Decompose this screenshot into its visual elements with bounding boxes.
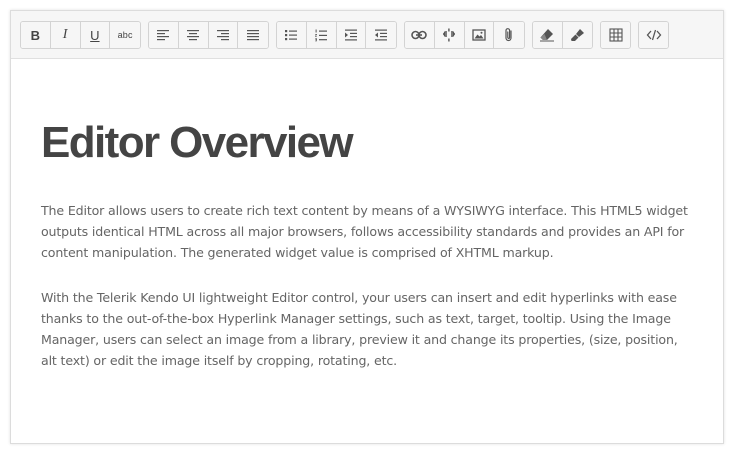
italic-icon: I bbox=[62, 27, 68, 42]
numbered-list-icon bbox=[315, 29, 328, 41]
view-html-button[interactable] bbox=[639, 22, 668, 48]
editor-toolbar: B I U abc bbox=[11, 11, 723, 59]
align-right-icon bbox=[216, 30, 229, 41]
outdent-button[interactable] bbox=[366, 22, 396, 48]
insert-file-button[interactable] bbox=[494, 22, 524, 48]
link-icon bbox=[411, 30, 428, 40]
align-center-icon bbox=[187, 30, 200, 41]
paperclip-icon bbox=[505, 28, 512, 42]
alignment-group bbox=[148, 21, 269, 49]
unlink-button[interactable] bbox=[434, 22, 465, 48]
bullet-list-button[interactable] bbox=[277, 22, 307, 48]
formatting-group: B I U abc bbox=[20, 21, 141, 49]
image-icon bbox=[472, 29, 486, 41]
insert-group bbox=[404, 21, 525, 49]
numbered-list-button[interactable] bbox=[306, 22, 337, 48]
eraser-icon bbox=[540, 29, 555, 42]
content-paragraph: The Editor allows users to create rich t… bbox=[41, 203, 688, 260]
insert-image-button[interactable] bbox=[464, 22, 495, 48]
code-icon bbox=[646, 29, 661, 41]
outdent-icon bbox=[375, 29, 388, 41]
bold-button[interactable]: B bbox=[21, 22, 51, 48]
align-justify-button[interactable] bbox=[238, 22, 268, 48]
paint-brush-icon bbox=[571, 29, 585, 41]
italic-button[interactable]: I bbox=[50, 22, 81, 48]
rich-text-editor: B I U abc Editor Overview The Editor all… bbox=[10, 10, 724, 444]
align-right-button[interactable] bbox=[208, 22, 239, 48]
content-paragraph: With the Telerik Kendo UI lightweight Ed… bbox=[41, 290, 678, 368]
bullet-list-icon bbox=[285, 30, 298, 41]
cleanup-group bbox=[532, 21, 593, 49]
table-icon bbox=[608, 28, 623, 42]
table-group bbox=[600, 21, 631, 49]
create-link-button[interactable] bbox=[405, 22, 435, 48]
align-center-button[interactable] bbox=[178, 22, 209, 48]
align-left-button[interactable] bbox=[149, 22, 179, 48]
list-group bbox=[276, 21, 397, 49]
align-justify-icon bbox=[247, 30, 260, 41]
clean-formatting-button[interactable] bbox=[533, 22, 563, 48]
underline-button[interactable]: U bbox=[80, 22, 111, 48]
page-title: Editor Overview bbox=[41, 118, 354, 167]
indent-icon bbox=[344, 29, 357, 41]
strikethrough-button[interactable]: abc bbox=[110, 22, 140, 48]
html-group bbox=[638, 21, 669, 49]
strikethrough-icon: abc bbox=[117, 29, 133, 40]
indent-button[interactable] bbox=[336, 22, 367, 48]
underline-icon: U bbox=[90, 27, 100, 43]
bold-icon: B bbox=[30, 27, 41, 43]
insert-table-button[interactable] bbox=[601, 22, 630, 48]
format-painter-button[interactable] bbox=[562, 22, 592, 48]
editor-content-area[interactable]: Editor Overview The Editor allows users … bbox=[11, 59, 723, 443]
unlink-icon bbox=[443, 28, 456, 42]
align-left-icon bbox=[157, 30, 170, 41]
